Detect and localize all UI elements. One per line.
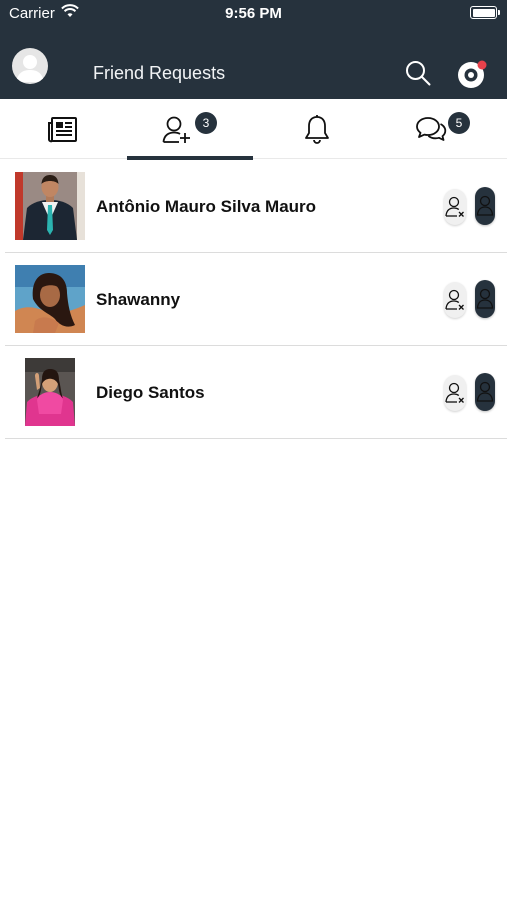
- tab-bar: 3 5: [0, 99, 507, 160]
- requester-name: Shawanny: [96, 290, 181, 309]
- chat-icon: [416, 117, 447, 141]
- status-bar: Carrier 9:56 PM: [0, 0, 507, 26]
- list-item: Diego Santos: [5, 346, 507, 439]
- news-icon: [48, 117, 77, 143]
- accept-user-icon: [476, 195, 494, 216]
- requester-name: Diego Santos: [96, 383, 205, 402]
- tab-news[interactable]: [0, 99, 126, 159]
- list-item: Antônio Mauro Silva Mauro: [5, 160, 507, 253]
- remove-user-icon: [445, 196, 464, 217]
- remove-user-icon: [445, 289, 464, 310]
- bell-icon: [305, 115, 329, 144]
- avatar[interactable]: [15, 265, 85, 333]
- avatar[interactable]: [15, 358, 85, 426]
- settings-icon[interactable]: [457, 60, 487, 90]
- page-title: Friend Requests: [93, 63, 226, 83]
- friend-requests-badge: 3: [195, 112, 217, 134]
- tab-messages[interactable]: 5: [380, 99, 506, 159]
- profile-photo: [15, 172, 85, 240]
- accept-user-icon: [476, 288, 494, 309]
- clock: 9:56 PM: [225, 5, 282, 22]
- remove-user-icon: [445, 382, 464, 403]
- decline-button[interactable]: [444, 375, 466, 411]
- battery-icon: [470, 6, 500, 19]
- accept-user-icon: [476, 381, 494, 402]
- accept-button[interactable]: [475, 187, 495, 225]
- messages-badge: 5: [448, 112, 470, 134]
- decline-button[interactable]: [444, 282, 466, 318]
- tab-friend-requests[interactable]: 3: [127, 99, 253, 160]
- accept-button[interactable]: [475, 280, 495, 318]
- search-icon[interactable]: [404, 59, 432, 87]
- list-item: Shawanny: [5, 253, 507, 346]
- tab-notifications[interactable]: [253, 99, 379, 159]
- requester-name: Antônio Mauro Silva Mauro: [96, 197, 317, 216]
- user-avatar[interactable]: [12, 48, 48, 84]
- add-friend-icon: [162, 116, 190, 143]
- avatar[interactable]: [15, 172, 85, 240]
- friend-request-list: Antônio Mauro Silva Mauro Shawanny Diego…: [5, 160, 507, 439]
- avatar-placeholder-icon: [16, 55, 44, 82]
- profile-photo: [15, 358, 85, 426]
- profile-photo: [15, 265, 85, 333]
- accept-button[interactable]: [475, 373, 495, 411]
- decline-button[interactable]: [444, 189, 466, 225]
- header-bar: Friend Requests: [0, 26, 507, 99]
- notification-dot: [477, 60, 487, 70]
